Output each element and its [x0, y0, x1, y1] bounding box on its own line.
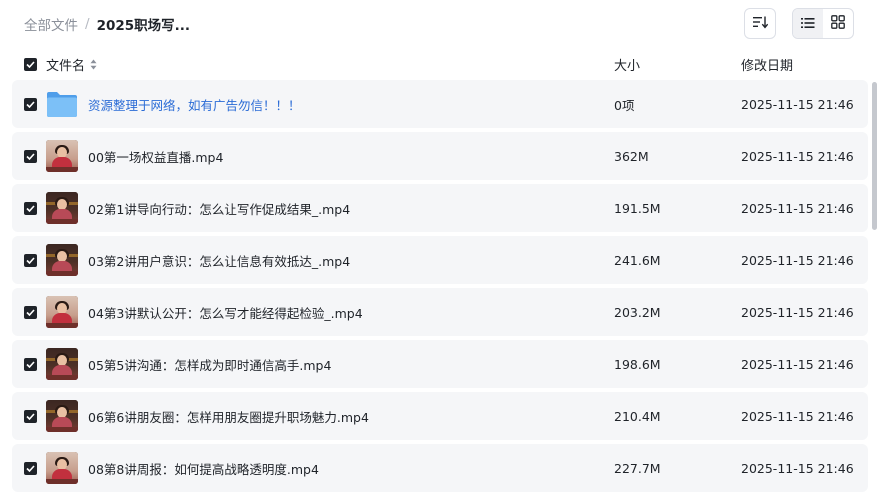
- list-view-button[interactable]: [793, 9, 823, 38]
- video-thumbnail: [46, 244, 78, 276]
- sort-icon: [752, 14, 769, 33]
- file-date: 2025-11-15 21:46: [741, 304, 854, 320]
- file-row[interactable]: 00第一场权益直播.mp4 362M 2025-11-15 21:46: [12, 132, 868, 180]
- view-toggle: [792, 8, 854, 39]
- file-size: 198.6M: [614, 356, 661, 372]
- file-size: 241.6M: [614, 252, 661, 268]
- checkbox-checked-icon[interactable]: [24, 201, 37, 215]
- file-date: 2025-11-15 21:46: [741, 356, 854, 372]
- file-name[interactable]: 00第一场权益直播.mp4: [88, 147, 223, 166]
- file-row[interactable]: 05第5讲沟通：怎样成为即时通信高手.mp4 198.6M 2025-11-15…: [12, 340, 868, 388]
- checkbox-checked-icon[interactable]: [24, 357, 37, 371]
- checkbox-checked-icon[interactable]: [24, 253, 37, 267]
- checkbox-checked-icon[interactable]: [24, 149, 37, 163]
- file-name[interactable]: 05第5讲沟通：怎样成为即时通信高手.mp4: [88, 355, 331, 374]
- video-thumbnail: [46, 400, 78, 432]
- list-view-icon: [801, 14, 815, 33]
- video-thumbnail: [46, 192, 78, 224]
- column-date-header[interactable]: 修改日期: [741, 55, 793, 74]
- file-name[interactable]: 03第2讲用户意识：怎么让信息有效抵达_.mp4: [88, 251, 350, 270]
- video-thumbnail: [46, 452, 78, 484]
- file-size: 227.7M: [614, 460, 661, 476]
- select-all-checkbox[interactable]: [24, 57, 37, 71]
- checkbox-checked-icon[interactable]: [24, 461, 37, 475]
- file-date: 2025-11-15 21:46: [741, 408, 854, 424]
- file-name[interactable]: 08第8讲周报：如何提高战略透明度.mp4: [88, 459, 319, 478]
- file-list: 资源整理于网络，如有广告勿信！！！ 0项 2025-11-15 21:46 00…: [12, 80, 868, 495]
- vertical-scrollbar[interactable]: [872, 82, 877, 230]
- file-date: 2025-11-15 21:46: [741, 460, 854, 476]
- file-size: 210.4M: [614, 408, 661, 424]
- file-row[interactable]: 03第2讲用户意识：怎么让信息有效抵达_.mp4 241.6M 2025-11-…: [12, 236, 868, 284]
- file-date: 2025-11-15 21:46: [741, 96, 854, 112]
- file-date: 2025-11-15 21:46: [741, 252, 854, 268]
- file-list-header: 文件名 大小 修改日期: [12, 48, 868, 80]
- file-date: 2025-11-15 21:46: [741, 200, 854, 216]
- video-thumbnail: [46, 140, 78, 172]
- sort-arrows-icon: [90, 59, 97, 70]
- breadcrumb-separator: /: [85, 16, 90, 32]
- sort-button[interactable]: [744, 8, 776, 39]
- file-name[interactable]: 资源整理于网络，如有广告勿信！！！: [88, 95, 301, 114]
- file-size: 0项: [614, 97, 635, 113]
- file-size: 191.5M: [614, 200, 661, 216]
- column-name-header[interactable]: 文件名: [46, 55, 97, 74]
- checkbox-checked-icon[interactable]: [24, 97, 37, 111]
- breadcrumb: 全部文件 / 2025职场写...: [24, 14, 190, 34]
- file-row[interactable]: 资源整理于网络，如有广告勿信！！！ 0项 2025-11-15 21:46: [12, 80, 868, 128]
- checkbox-checked-icon[interactable]: [24, 409, 37, 423]
- checkbox-checked-icon[interactable]: [24, 305, 37, 319]
- folder-icon: [46, 90, 78, 118]
- file-name[interactable]: 02第1讲导向行动：怎么让写作促成结果_.mp4: [88, 199, 350, 218]
- breadcrumb-current: 2025职场写...: [96, 18, 191, 34]
- file-date: 2025-11-15 21:46: [741, 148, 854, 164]
- grid-view-button[interactable]: [823, 9, 853, 38]
- file-row[interactable]: 02第1讲导向行动：怎么让写作促成结果_.mp4 191.5M 2025-11-…: [12, 184, 868, 232]
- file-row[interactable]: 08第8讲周报：如何提高战略透明度.mp4 227.7M 2025-11-15 …: [12, 444, 868, 492]
- file-row[interactable]: 04第3讲默认公开：怎么写才能经得起检验_.mp4 203.2M 2025-11…: [12, 288, 868, 336]
- file-size: 362M: [614, 148, 649, 164]
- file-size: 203.2M: [614, 304, 661, 320]
- breadcrumb-root-link[interactable]: 全部文件: [24, 14, 78, 34]
- grid-view-icon: [831, 14, 845, 33]
- file-name[interactable]: 06第6讲朋友圈：怎样用朋友圈提升职场魅力.mp4: [88, 407, 369, 426]
- column-size-header[interactable]: 大小: [614, 55, 640, 74]
- file-row[interactable]: 06第6讲朋友圈：怎样用朋友圈提升职场魅力.mp4 210.4M 2025-11…: [12, 392, 868, 440]
- video-thumbnail: [46, 296, 78, 328]
- video-thumbnail: [46, 348, 78, 380]
- column-name-label: 文件名: [46, 58, 86, 74]
- file-name[interactable]: 04第3讲默认公开：怎么写才能经得起检验_.mp4: [88, 303, 363, 322]
